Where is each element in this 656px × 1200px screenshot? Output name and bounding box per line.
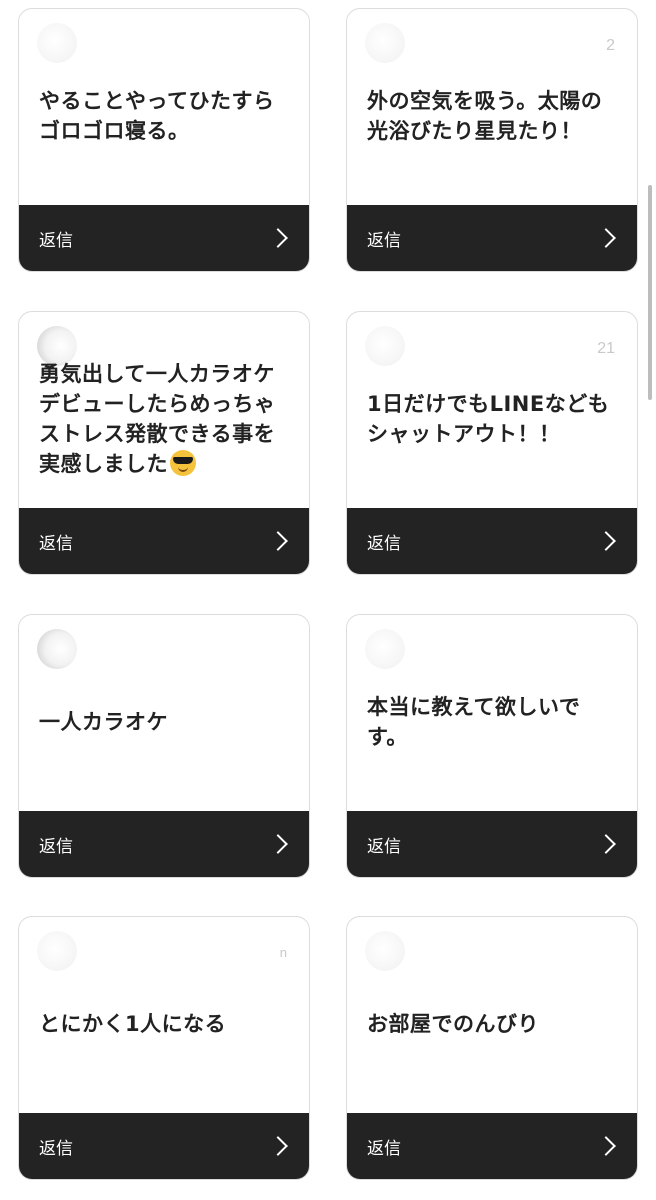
reply-label: 返信 [39, 836, 73, 857]
chevron-right-icon [268, 228, 288, 248]
chevron-right-icon [268, 834, 288, 854]
reply-button[interactable]: 返信 [19, 508, 309, 574]
answer-text: 1日だけでもLINEなどもシャットアウト！！ [367, 392, 610, 446]
answer-card: 2 外の空気を吸う。太陽の光浴びたり星見たり！ 返信 [346, 8, 638, 272]
reply-button[interactable]: 返信 [347, 205, 637, 271]
reply-label: 返信 [367, 836, 401, 857]
answer-text: 一人カラオケ [39, 710, 168, 734]
answer-card: お部屋でのんびり 返信 [346, 916, 638, 1180]
chevron-right-icon [596, 228, 616, 248]
sunglasses-emoji-icon [170, 450, 196, 476]
answer-text: 勇気出して一人カラオケデビューしたらめっちゃストレス発散できる事を実感しました [39, 312, 293, 512]
answer-text: やることやってひたすらゴロゴロ寝る。 [39, 89, 275, 143]
reply-button[interactable]: 返信 [19, 811, 309, 877]
answer-text: とにかく1人になる [39, 1012, 227, 1036]
reply-button[interactable]: 返信 [347, 508, 637, 574]
answer-card: 21 1日だけでもLINEなどもシャットアウト！！ 返信 [346, 311, 638, 575]
chevron-right-icon [596, 834, 616, 854]
reply-label: 返信 [39, 1138, 73, 1159]
reply-button[interactable]: 返信 [347, 811, 637, 877]
chevron-right-icon [268, 531, 288, 551]
answer-card: やることやってひたすらゴロゴロ寝る。 返信 [18, 8, 310, 272]
reply-button[interactable]: 返信 [19, 1113, 309, 1179]
reply-label: 返信 [367, 230, 401, 251]
answer-text: 本当に教えて欲しいです。 [367, 695, 581, 749]
answer-text: お部屋でのんびり [367, 1012, 539, 1036]
answer-card: 一人カラオケ 返信 [18, 614, 310, 878]
reply-label: 返信 [39, 230, 73, 251]
reply-button[interactable]: 返信 [347, 1113, 637, 1179]
chevron-right-icon [596, 1136, 616, 1156]
chevron-right-icon [268, 1136, 288, 1156]
reply-label: 返信 [367, 1138, 401, 1159]
reply-button[interactable]: 返信 [19, 205, 309, 271]
reply-label: 返信 [367, 533, 401, 554]
answer-card: 勇気出して一人カラオケデビューしたらめっちゃストレス発散できる事を実感しました … [18, 311, 310, 575]
scrollbar[interactable] [648, 185, 652, 400]
reply-label: 返信 [39, 533, 73, 554]
answer-card: n とにかく1人になる 返信 [18, 916, 310, 1180]
chevron-right-icon [596, 531, 616, 551]
answer-text-body: 勇気出して一人カラオケデビューしたらめっちゃストレス発散できる事を実感しました [39, 362, 276, 476]
answer-card: 本当に教えて欲しいです。 返信 [346, 614, 638, 878]
answer-text: 外の空気を吸う。太陽の光浴びたり星見たり！ [367, 89, 603, 143]
